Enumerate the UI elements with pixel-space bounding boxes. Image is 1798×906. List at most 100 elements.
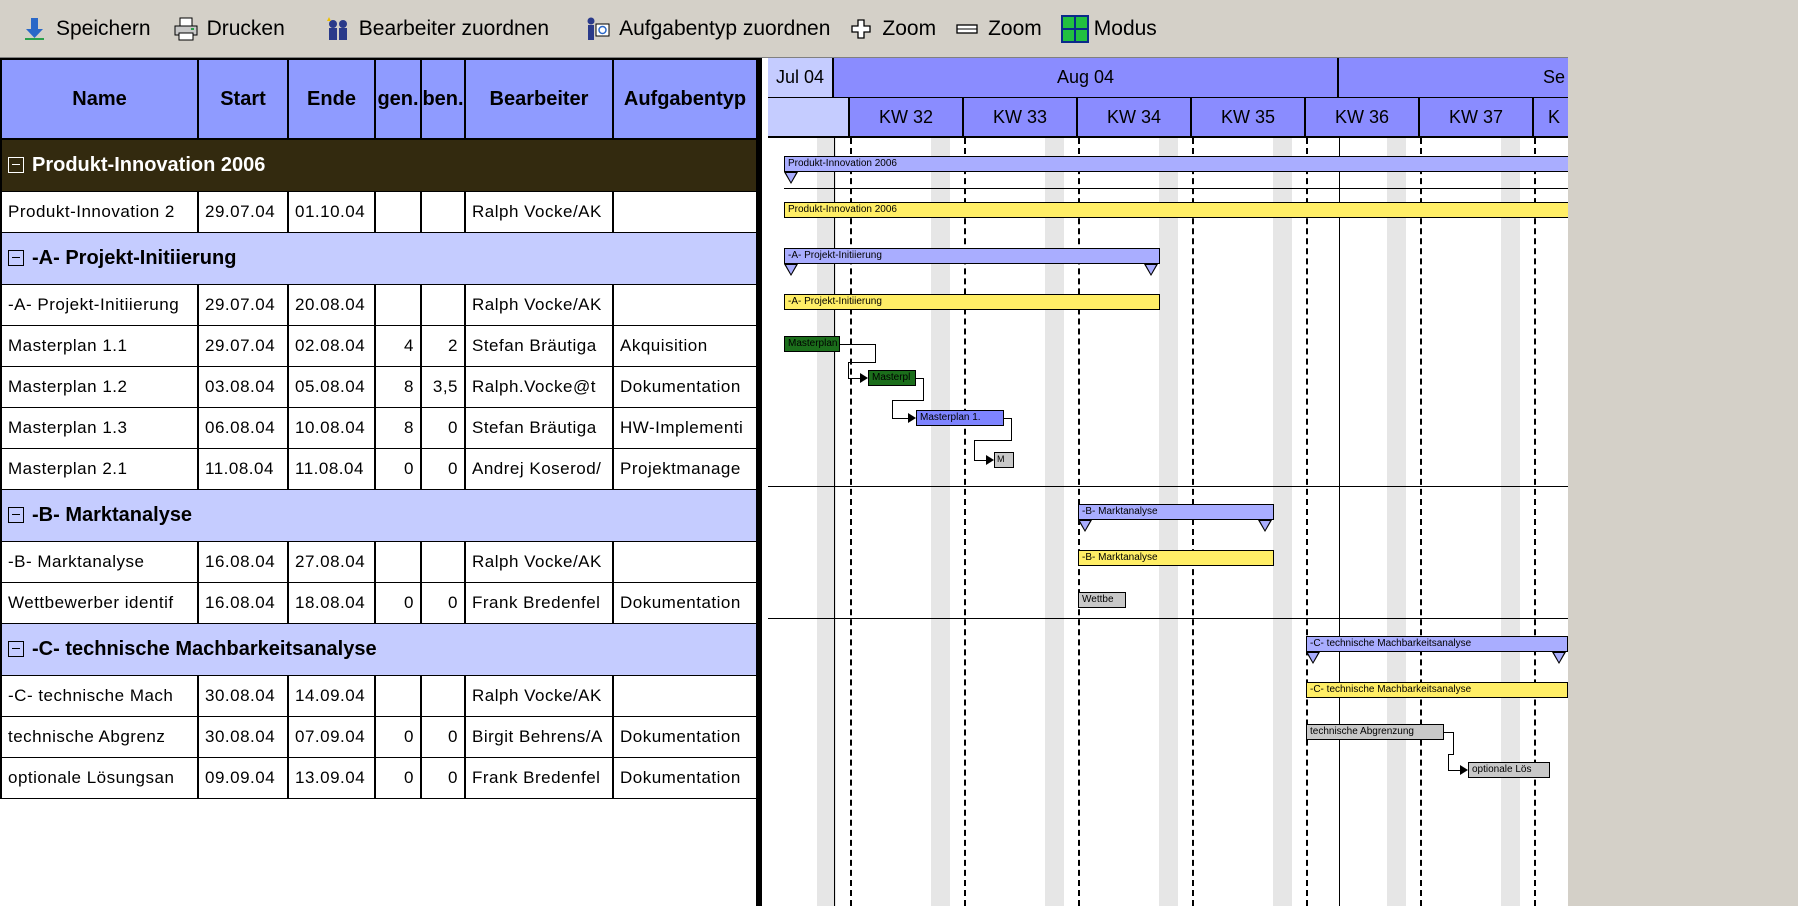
table-row[interactable]: -A- Projekt-Initiierung 29.07.04 20.08.04 R… — [0, 283, 756, 326]
cell-ben[interactable]: 0 — [420, 406, 466, 449]
group-row[interactable]: -A- Projekt-Initiierung — [0, 231, 756, 285]
cell-name[interactable]: Masterplan 1.2 — [0, 365, 199, 408]
collapse-toggle-icon[interactable] — [8, 156, 24, 173]
table-row[interactable]: Wettbewerber identif 16.08.04 18.08.04 0 0 Fr… — [0, 581, 756, 624]
cell-start[interactable]: 29.07.04 — [197, 190, 289, 233]
column-header-ben[interactable]: ben. — [420, 58, 466, 140]
cell-gen[interactable]: 0 — [374, 447, 422, 490]
summary-bar-technische-machbarkeit[interactable]: -C- technische Machbarkeitsanalyse — [1306, 636, 1568, 652]
mode-button[interactable]: Modus — [1060, 12, 1157, 46]
table-row[interactable]: technische Abgrenz 30.08.04 07.09.04 0 0 Birg… — [0, 715, 756, 758]
cell-tasktype[interactable]: Projektmanage — [612, 447, 756, 490]
cell-name[interactable]: Masterplan 2.1 — [0, 447, 199, 490]
cell-tasktype[interactable]: Dokumentation — [612, 715, 756, 758]
cell-start[interactable]: 09.09.04 — [197, 756, 289, 799]
cell-editor[interactable]: Ralph Vocke/AK — [464, 540, 614, 583]
cell-start[interactable]: 03.08.04 — [197, 365, 289, 408]
cell-name[interactable]: Masterplan 1.3 — [0, 406, 199, 449]
cell-tasktype[interactable]: Dokumentation — [612, 581, 756, 624]
cell-editor[interactable]: Andrej Koserod/ — [464, 447, 614, 490]
cell-gen[interactable]: 0 — [374, 715, 422, 758]
cell-editor[interactable]: Stefan Bräutiga — [464, 406, 614, 449]
table-row[interactable]: Masterplan 1.3 06.08.04 10.08.04 8 0 Stefan B… — [0, 406, 756, 449]
cell-end[interactable]: 20.08.04 — [287, 283, 376, 326]
cell-start[interactable]: 16.08.04 — [197, 581, 289, 624]
zoom-in-button[interactable]: Zoom — [848, 12, 936, 46]
save-button[interactable]: Speichern — [22, 12, 151, 46]
cell-tasktype[interactable] — [612, 283, 756, 326]
cell-tasktype[interactable] — [612, 674, 756, 717]
cell-name[interactable]: Masterplan 1.1 — [0, 324, 199, 367]
cell-gen[interactable] — [374, 540, 422, 583]
print-button[interactable]: Drucken — [173, 12, 285, 46]
cell-name[interactable]: -B- Marktanalyse — [0, 540, 199, 583]
cell-tasktype[interactable] — [612, 540, 756, 583]
cell-editor[interactable]: Stefan Bräutiga — [464, 324, 614, 367]
column-header-name[interactable]: Name — [0, 58, 199, 140]
cell-end[interactable]: 14.09.04 — [287, 674, 376, 717]
column-header-end[interactable]: Ende — [287, 58, 376, 140]
summary-bar-marktanalyse[interactable]: -B- Marktanalyse — [1078, 504, 1274, 520]
cell-tasktype[interactable]: Akquisition — [612, 324, 756, 367]
cell-name[interactable]: -C- technische Mach — [0, 674, 199, 717]
cell-ben[interactable]: 0 — [420, 581, 466, 624]
group-row[interactable]: -B- Marktanalyse — [0, 488, 756, 542]
cell-editor[interactable]: Frank Bredenfel — [464, 756, 614, 799]
table-row[interactable]: Produkt-Innovation 2 29.07.04 01.10.04 Ralp… — [0, 190, 756, 233]
task-bar-masterplan-1-1[interactable]: Masterplan 1.1 — [784, 336, 840, 352]
plan-bar-produkt-innovation[interactable]: Produkt-Innovation 2006 — [784, 202, 1568, 218]
collapse-toggle-icon[interactable] — [8, 506, 24, 523]
column-header-gen[interactable]: gen. — [374, 58, 422, 140]
table-row[interactable]: -B- Marktanalyse 16.08.04 27.08.04 Ralph Vo… — [0, 540, 756, 583]
cell-ben[interactable]: 0 — [420, 715, 466, 758]
cell-editor[interactable]: Ralph Vocke/AK — [464, 190, 614, 233]
cell-start[interactable]: 30.08.04 — [197, 674, 289, 717]
cell-name[interactable]: Wettbewerber identif — [0, 581, 199, 624]
task-bar-technische-abgrenzung[interactable]: technische Abgrenzung — [1306, 724, 1444, 740]
cell-ben[interactable]: 0 — [420, 447, 466, 490]
cell-gen[interactable]: 8 — [374, 365, 422, 408]
assign-editor-button[interactable]: Bearbeiter zuordnen — [325, 12, 549, 46]
collapse-toggle-icon[interactable] — [8, 640, 24, 657]
task-bar-masterplan-1-2[interactable]: Masterpl — [868, 370, 916, 386]
cell-end[interactable]: 18.08.04 — [287, 581, 376, 624]
plan-bar-marktanalyse[interactable]: -B- Marktanalyse — [1078, 550, 1274, 566]
table-row[interactable]: Masterplan 2.1 11.08.04 11.08.04 0 0 Andrej K… — [0, 447, 756, 490]
cell-gen[interactable]: 0 — [374, 756, 422, 799]
cell-editor[interactable]: Ralph Vocke/AK — [464, 283, 614, 326]
cell-end[interactable]: 07.09.04 — [287, 715, 376, 758]
cell-tasktype[interactable]: Dokumentation — [612, 756, 756, 799]
summary-bar-produkt-innovation[interactable]: Produkt-Innovation 2006 — [784, 156, 1568, 172]
cell-end[interactable]: 11.08.04 — [287, 447, 376, 490]
cell-start[interactable]: 30.08.04 — [197, 715, 289, 758]
cell-ben[interactable]: 2 — [420, 324, 466, 367]
cell-name[interactable]: optionale Lösungsan — [0, 756, 199, 799]
cell-start[interactable]: 29.07.04 — [197, 283, 289, 326]
cell-end[interactable]: 13.09.04 — [287, 756, 376, 799]
cell-start[interactable]: 11.08.04 — [197, 447, 289, 490]
cell-name[interactable]: Produkt-Innovation 2 — [0, 190, 199, 233]
cell-start[interactable]: 16.08.04 — [197, 540, 289, 583]
cell-tasktype[interactable]: Dokumentation — [612, 365, 756, 408]
collapse-toggle-icon[interactable] — [8, 249, 24, 266]
assign-tasktype-button[interactable]: Aufgabentyp zuordnen — [585, 12, 830, 46]
column-header-start[interactable]: Start — [197, 58, 289, 140]
table-row[interactable]: -C- technische Mach 30.08.04 14.09.04 Ralph… — [0, 674, 756, 717]
task-bar-masterplan-2-1[interactable]: M — [994, 452, 1014, 468]
task-bar-optionale-loesungsansaetze[interactable]: optionale Lös — [1468, 762, 1550, 778]
group-row[interactable]: -C- technische Machbarkeitsanalyse — [0, 622, 756, 676]
cell-editor[interactable]: Frank Bredenfel — [464, 581, 614, 624]
column-header-tasktype[interactable]: Aufgabentyp — [612, 58, 756, 140]
group-row[interactable]: Produkt-Innovation 2006 — [0, 138, 756, 192]
cell-name[interactable]: technische Abgrenz — [0, 715, 199, 758]
cell-ben[interactable] — [420, 540, 466, 583]
cell-gen[interactable] — [374, 674, 422, 717]
cell-editor[interactable]: Birgit Behrens/A — [464, 715, 614, 758]
cell-ben[interactable]: 0 — [420, 756, 466, 799]
cell-gen[interactable] — [374, 283, 422, 326]
zoom-out-button[interactable]: Zoom — [954, 12, 1042, 46]
cell-end[interactable]: 10.08.04 — [287, 406, 376, 449]
cell-ben[interactable] — [420, 283, 466, 326]
cell-end[interactable]: 01.10.04 — [287, 190, 376, 233]
cell-ben[interactable] — [420, 674, 466, 717]
